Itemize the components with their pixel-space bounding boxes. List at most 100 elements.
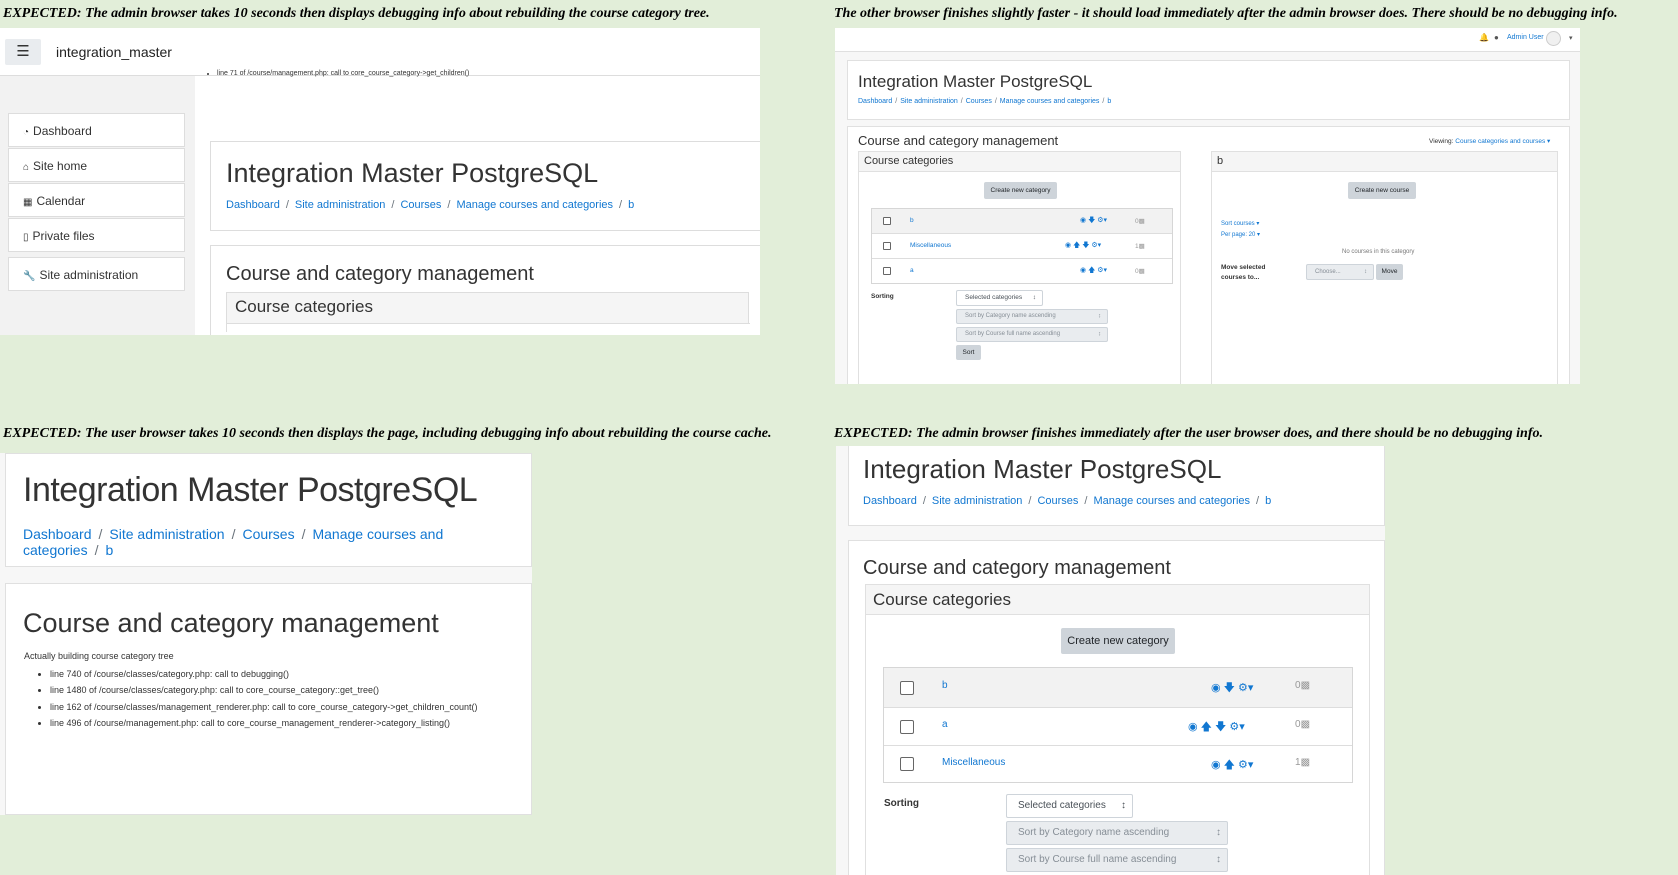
sort-category-select[interactable]: Sort by Category name ascending ↕ [956,309,1108,324]
viewing-value[interactable]: Course categories and courses [1455,138,1545,145]
category-row[interactable]: b ◉ 🡇 ⚙▾ 0▩ [884,668,1352,708]
caption-top-left: EXPECTED: The admin browser takes 10 sec… [3,6,710,21]
move-target-select[interactable]: Choose... ↕ [1306,264,1374,280]
chevron-down-icon[interactable]: ▾ [1239,721,1245,733]
gear-icon[interactable]: ⚙ [1229,721,1239,733]
category-checkbox[interactable] [883,267,891,275]
eye-icon[interactable]: ◉ [1080,217,1086,224]
category-row[interactable]: Miscellaneous ◉ 🡅 🡇 ⚙▾ 1▩ [872,234,1172,259]
category-checkbox[interactable] [900,720,914,734]
category-row[interactable]: a ◉ 🡅 ⚙▾ 0▩ [872,259,1172,283]
category-checkbox[interactable] [900,757,914,771]
category-name[interactable]: a [910,267,914,274]
eye-icon[interactable]: ◉ [1211,759,1221,771]
category-checkbox[interactable] [883,242,891,250]
breadcrumb-manage-courses[interactable]: Manage courses and categories [1000,98,1100,105]
breadcrumb-courses[interactable]: Courses [400,199,441,211]
chevron-down-icon[interactable]: ▾ [1569,34,1573,42]
chevron-down-icon[interactable]: ▾ [1248,682,1254,694]
breadcrumb-courses[interactable]: Courses [242,526,294,542]
sort-course-select[interactable]: Sort by Course full name ascending ↕ [956,327,1108,342]
page-header: Integration Master PostgreSQL Dashboard /… [847,60,1570,120]
category-checkbox[interactable] [900,681,914,695]
breadcrumb-dashboard[interactable]: Dashboard [863,495,917,507]
course-categories-card: Course categories Create new category b … [858,151,1181,384]
breadcrumb-courses[interactable]: Courses [1037,495,1078,507]
eye-icon[interactable]: ◉ [1188,721,1198,733]
category-name[interactable]: Miscellaneous [942,757,1005,768]
create-new-category-button[interactable]: Create new category [984,182,1057,199]
sort-category-select[interactable]: Sort by Category name ascending ↕ [1006,821,1228,845]
sort-course-select[interactable]: Sort by Course full name ascending ↕ [1006,848,1228,872]
nav-item-site-home[interactable]: ⌂ Site home [8,148,185,182]
breadcrumb-site-administration[interactable]: Site administration [109,526,224,542]
eye-icon[interactable]: ◉ [1065,242,1071,249]
chevron-down-icon[interactable]: ▾ [1098,242,1102,249]
breadcrumb-site-administration[interactable]: Site administration [900,98,958,105]
create-new-category-button[interactable]: Create new category [1061,628,1175,654]
sort-select[interactable]: Selected categories ↕ [956,290,1043,306]
sort-button[interactable]: Sort [956,345,981,360]
chevron-down-icon[interactable]: ▾ [1248,759,1254,771]
chevron-down-icon[interactable]: ▾ [1104,217,1108,224]
breadcrumb-dashboard[interactable]: Dashboard [23,526,92,542]
category-name[interactable]: a [942,719,948,730]
move-button[interactable]: Move [1376,264,1403,280]
breadcrumb-current[interactable]: b [1265,495,1271,507]
arrow-down-icon[interactable]: 🡇 [1215,721,1226,733]
breadcrumb-current[interactable]: b [1107,98,1111,105]
breadcrumb-courses[interactable]: Courses [966,98,992,105]
breadcrumb-current[interactable]: b [628,199,634,211]
breadcrumb-site-administration[interactable]: Site administration [932,495,1023,507]
arrow-up-icon[interactable]: 🡅 [1224,759,1235,771]
nav-item-private-files[interactable]: ▯ Private files [8,218,185,252]
message-icon[interactable]: ● [1494,33,1499,42]
nav-item-site-administration[interactable]: 🔧 Site administration [8,257,185,291]
select-arrow-icon: ↕ [1032,294,1036,301]
main-region: Course and category management Actually … [5,583,532,815]
arrow-up-icon[interactable]: 🡅 [1073,242,1080,249]
bell-icon[interactable]: 🔔 [1479,33,1489,42]
user-name[interactable]: Admin User [1507,34,1544,41]
course-count: 0▩ [1295,680,1310,691]
arrow-down-icon[interactable]: 🡇 [1088,217,1095,224]
eye-icon[interactable]: ◉ [1080,267,1086,274]
category-list: b ◉ 🡇 ⚙▾ 0▩ Miscellaneous ◉ 🡅 🡇 ⚙▾ 1▩ a … [871,208,1173,284]
arrow-down-icon[interactable]: 🡇 [1224,682,1235,694]
create-new-course-button[interactable]: Create new course [1348,182,1416,199]
category-name[interactable]: b [942,680,948,691]
category-row[interactable]: a ◉ 🡅 🡇 ⚙▾ 0▩ [884,708,1352,746]
gear-icon[interactable]: ⚙ [1238,682,1248,694]
arrow-down-icon[interactable]: 🡇 [1082,242,1089,249]
category-row[interactable]: Miscellaneous ◉ 🡅 ⚙▾ 1▩ [884,746,1352,782]
breadcrumb-current[interactable]: b [105,542,113,558]
sorting-label: Sorting [871,293,894,300]
breadcrumb-manage-courses[interactable]: Manage courses and categories [1093,495,1250,507]
course-count: 1▩ [1295,757,1310,768]
nav-item-dashboard[interactable]: ◔ Dashboard [8,113,185,147]
chevron-down-icon[interactable]: ▾ [1104,267,1108,274]
site-short-name[interactable]: integration_master [56,44,172,60]
eye-icon[interactable]: ◉ [1211,682,1221,694]
viewing-control[interactable]: Viewing: Course categories and courses ▾ [1429,137,1550,145]
avatar[interactable] [1546,31,1561,46]
category-checkbox[interactable] [883,217,891,225]
per-page-menu[interactable]: Per page: 20 ▾ [1221,231,1260,238]
sort-select[interactable]: Selected categories ↕ [1006,794,1133,818]
nav-item-calendar[interactable]: ▦ Calendar [8,183,185,217]
gear-icon[interactable]: ⚙ [1238,759,1248,771]
breadcrumb-dashboard[interactable]: Dashboard [226,199,280,211]
management-heading: Course and category management [23,608,439,638]
menu-toggle-button[interactable]: ☰ [5,39,41,65]
page-title: Integration Master PostgreSQL [226,158,599,188]
breadcrumb-manage-courses[interactable]: Manage courses and categories [456,199,613,211]
breadcrumb-dashboard[interactable]: Dashboard [858,98,892,105]
category-name[interactable]: Miscellaneous [910,242,951,249]
breadcrumb-site-administration[interactable]: Site administration [295,199,386,211]
arrow-up-icon[interactable]: 🡅 [1201,721,1212,733]
category-row[interactable]: b ◉ 🡇 ⚙▾ 0▩ [872,209,1172,234]
sort-courses-menu[interactable]: Sort courses ▾ [1221,220,1259,227]
graduation-cap-icon: ▩ [1300,757,1311,768]
arrow-up-icon[interactable]: 🡅 [1088,267,1095,274]
category-name[interactable]: b [910,217,914,224]
